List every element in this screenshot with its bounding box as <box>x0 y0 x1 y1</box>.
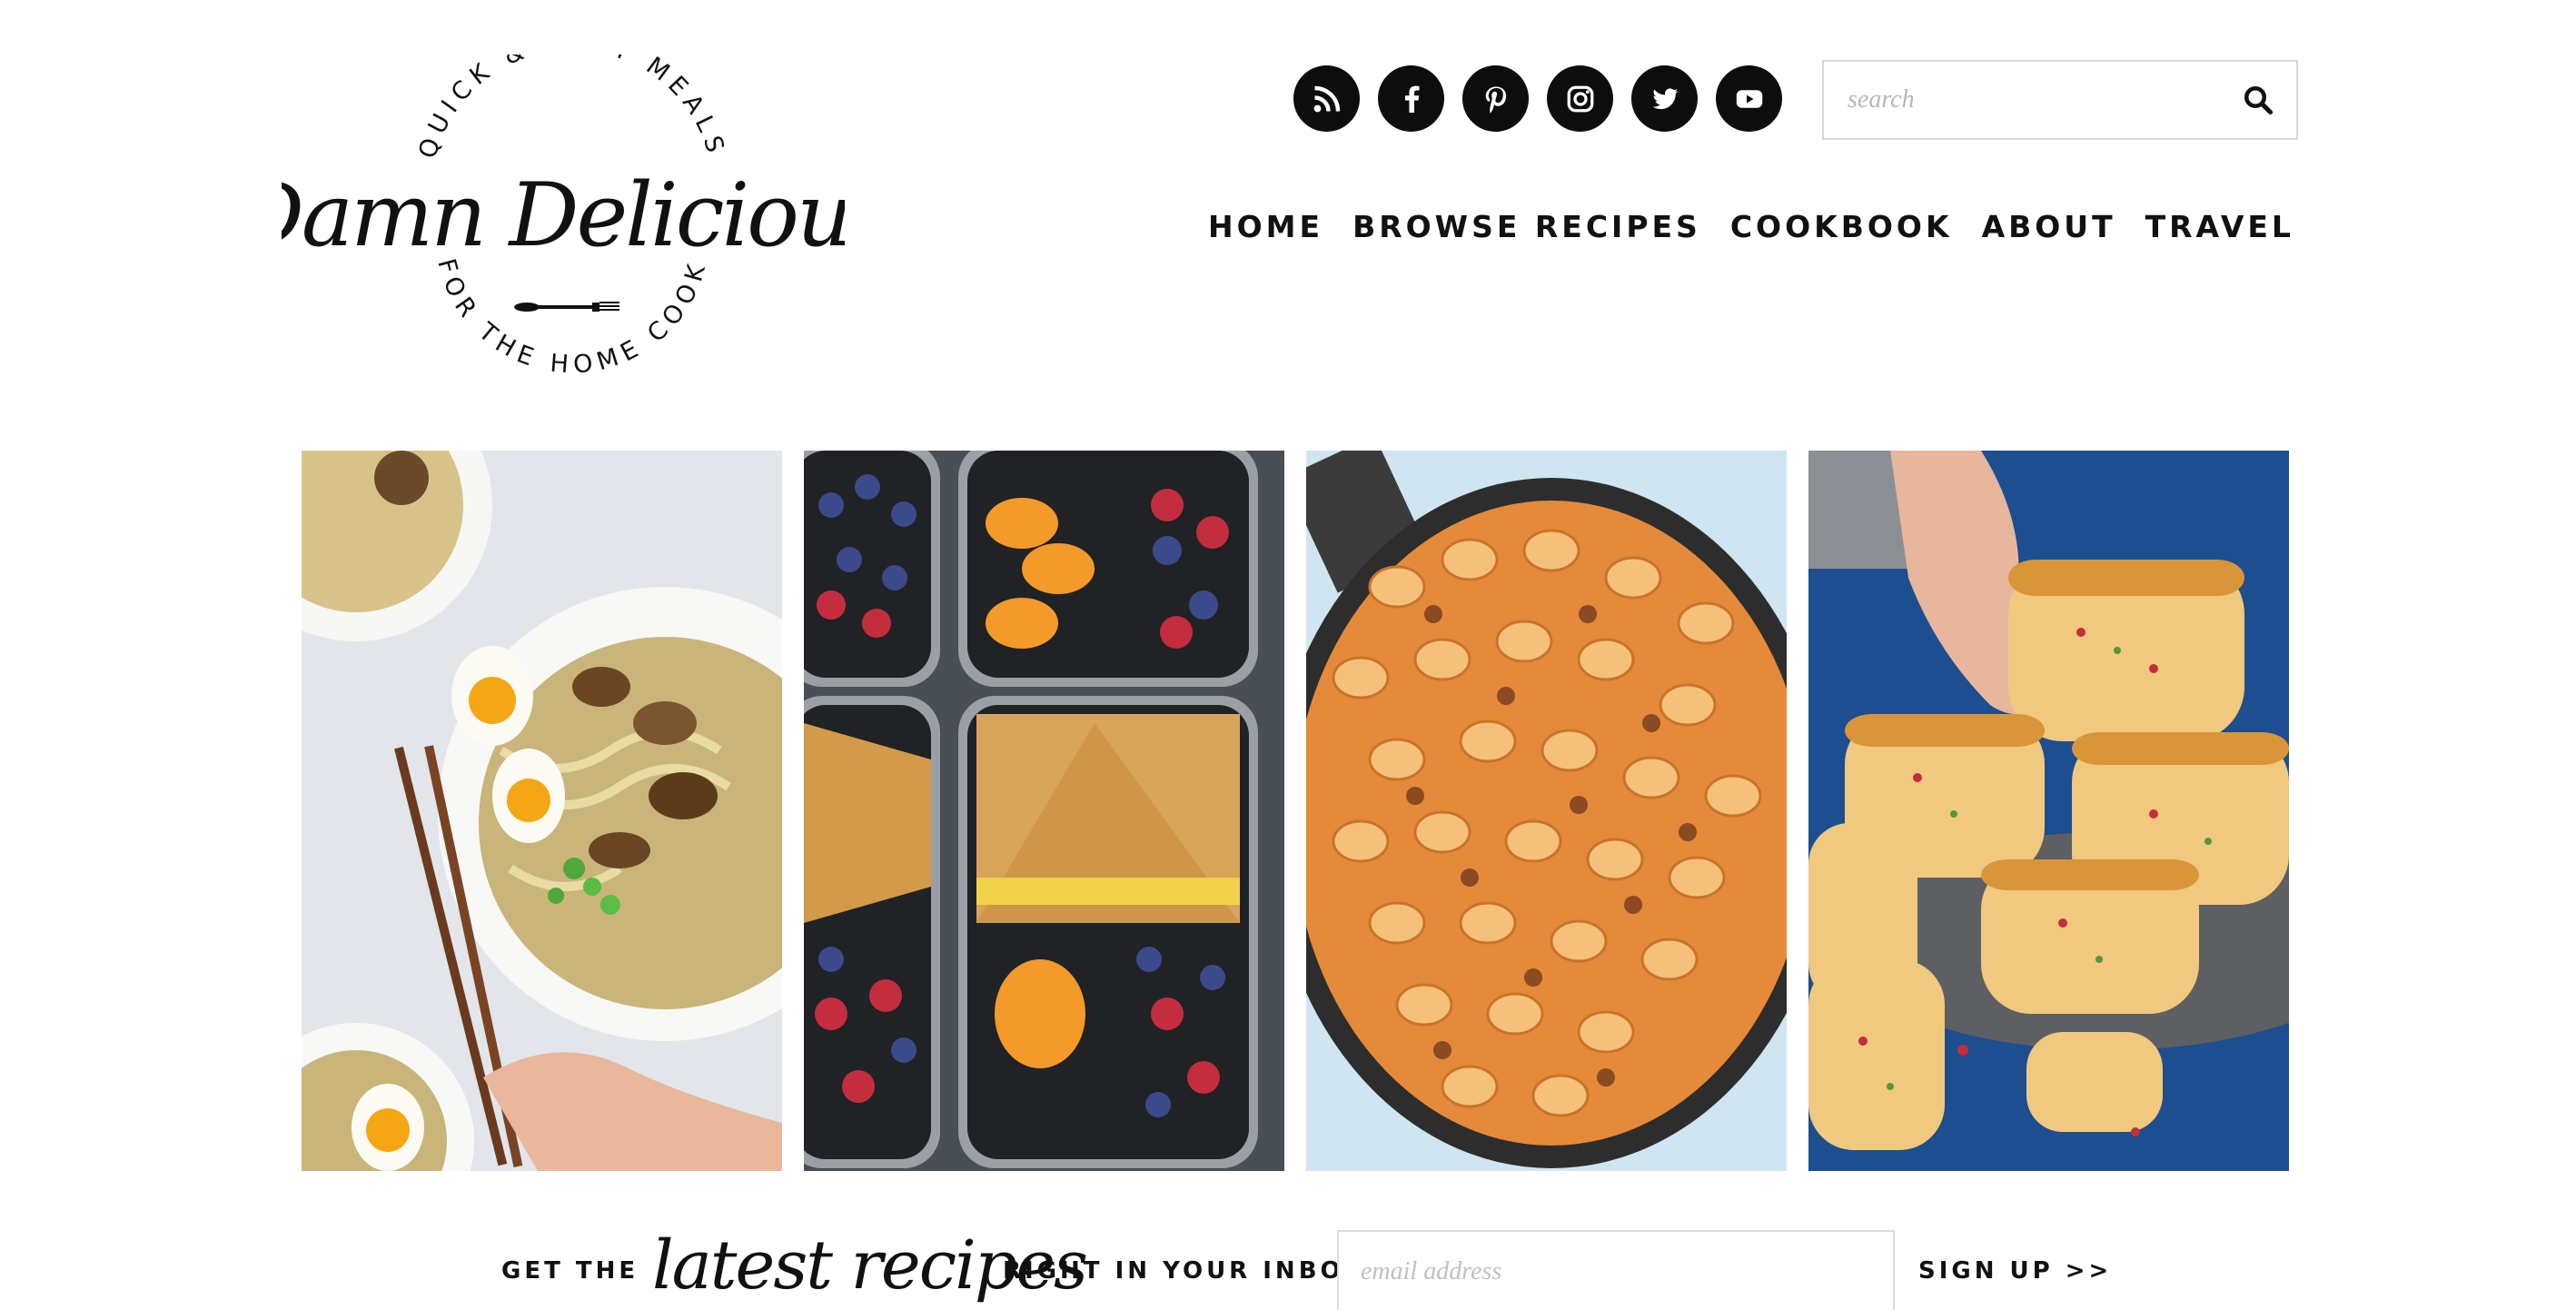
logo-bottom-arc: FOR THE HOME COOK <box>431 255 712 379</box>
twitter-icon[interactable] <box>1631 65 1698 132</box>
newsletter-prefix: GET THE <box>501 1257 639 1285</box>
search-box <box>1822 60 2298 140</box>
newsletter-suffix: RIGHT IN YOUR INBOX: <box>1003 1257 1379 1285</box>
facebook-icon[interactable] <box>1378 65 1444 132</box>
youtube-icon[interactable] <box>1716 65 1782 132</box>
signup-button[interactable]: SIGN UP >> <box>1918 1257 2112 1285</box>
nav-about[interactable]: ABOUT <box>1982 209 2116 244</box>
recipe-photo-ramen[interactable] <box>302 451 782 1171</box>
search-input[interactable] <box>1824 62 2220 138</box>
logo-name: Damn Delicious <box>282 164 845 266</box>
rss-icon[interactable] <box>1293 65 1360 132</box>
breakfast-quesadilla-image <box>804 451 1284 1171</box>
recipe-photo-cheddar-biscuits[interactable] <box>1808 451 2289 1171</box>
pinterest-icon[interactable] <box>1462 65 1529 132</box>
search-button[interactable] <box>2220 62 2296 138</box>
email-field[interactable] <box>1337 1230 1895 1310</box>
newsletter-signup: GET THE latest recipes RIGHT IN YOUR INB… <box>0 1226 2576 1310</box>
pasta-skillet-image <box>1306 451 1787 1171</box>
ramen-image <box>302 451 782 1171</box>
nav-home[interactable]: HOME <box>1208 209 1323 244</box>
nav-cookbook[interactable]: COOKBOOK <box>1730 209 1953 244</box>
recipe-photo-pasta-skillet[interactable] <box>1306 451 1787 1171</box>
cheddar-biscuits-image <box>1808 451 2289 1171</box>
site-logo[interactable]: QUICK & EASY MEALS Damn Delicious FOR TH… <box>233 28 895 409</box>
featured-recipes-grid <box>302 451 2289 1171</box>
logo-top-arc: QUICK & EASY MEALS <box>413 55 730 162</box>
fork-icon <box>514 302 619 312</box>
social-links <box>1293 65 1782 132</box>
search-icon <box>2244 86 2274 115</box>
recipe-photo-breakfast-quesadilla[interactable] <box>804 451 1284 1171</box>
nav-browse-recipes[interactable]: BROWSE RECIPES <box>1352 209 1701 244</box>
logo-graphic: QUICK & EASY MEALS Damn Delicious FOR TH… <box>233 28 895 380</box>
main-nav: HOME BROWSE RECIPES COOKBOOK ABOUT TRAVE… <box>1208 209 2294 244</box>
instagram-icon[interactable] <box>1547 65 1613 132</box>
nav-travel[interactable]: TRAVEL <box>2145 209 2294 244</box>
